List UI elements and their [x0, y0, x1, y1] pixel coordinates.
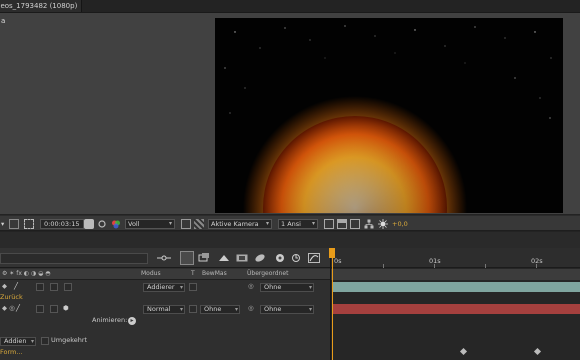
layer-row[interactable]: ◆ ◎ ╱ ⬢ Normal Ohne ◎ Ohne	[0, 304, 330, 314]
animate-add-icon[interactable]: ▸	[128, 317, 136, 325]
reverse-label: Umgekehrt	[51, 336, 88, 344]
preserve-transparency-box[interactable]	[189, 305, 197, 313]
animate-label: Animieren:	[92, 316, 128, 324]
view-layout-dropdown[interactable]: 1 Ansi	[278, 219, 318, 229]
pen-icon[interactable]: ╱	[16, 304, 20, 312]
fast-preview-icon[interactable]	[337, 219, 347, 229]
layer-switch-icon[interactable]: ◆	[2, 282, 7, 290]
preserve-transparency-box[interactable]	[189, 283, 197, 291]
layer-switch-icon[interactable]: ◆ ◎	[2, 304, 15, 312]
live-update-icon[interactable]	[180, 251, 194, 265]
3d-layer-icon[interactable]: ⬢	[63, 304, 69, 312]
flowchart-icon[interactable]	[364, 219, 374, 229]
column-parent[interactable]: Übergeordnet	[247, 270, 288, 277]
viewer-label: a	[1, 17, 6, 25]
layer-switch-box[interactable]	[50, 283, 58, 291]
layer-mode-dropdown[interactable]: Normal	[143, 305, 185, 314]
graph-editor-icon[interactable]	[308, 253, 320, 263]
region-toggle-icon[interactable]	[181, 219, 191, 229]
motion-blur-icon[interactable]	[254, 253, 266, 263]
timeline-toggle-icon[interactable]	[350, 219, 360, 229]
frame-blending-icon[interactable]	[236, 253, 248, 263]
layer-mode-dropdown[interactable]: Addierer	[143, 283, 185, 292]
show-snapshot-icon[interactable]	[97, 219, 107, 229]
exposure-value[interactable]: +0,0	[392, 219, 408, 229]
snapshot-icon[interactable]	[84, 219, 94, 229]
parent-dropdown[interactable]: Ohne	[260, 283, 314, 292]
parent-dropdown[interactable]: Ohne	[260, 305, 314, 314]
work-area-bar[interactable]	[331, 269, 580, 280]
layer-duration-bar[interactable]	[332, 282, 580, 292]
panel-gap	[0, 232, 580, 248]
pen-icon[interactable]: ╱	[14, 282, 18, 290]
viewer-toolbar: ▾ 0:00:03:15 Voll Aktive Kamera 1 Ansi +…	[0, 215, 580, 231]
draft-3d-icon[interactable]	[198, 253, 210, 263]
path-mode-dropdown[interactable]: Addien	[0, 337, 36, 346]
column-mode[interactable]: Modus	[141, 270, 161, 277]
column-trkmat[interactable]: BewMas	[202, 270, 227, 277]
timecode-field[interactable]: 0:00:03:15	[40, 219, 84, 229]
layer-column-header: ⚙ ✶ fx ◐ ◑ ◒ ◓ Modus T BewMas Übergeordn…	[0, 269, 330, 280]
layer-switch-box[interactable]	[36, 283, 44, 291]
zoom-dropdown-arrow-icon[interactable]: ▾	[1, 219, 4, 229]
column-switch-icons: ⚙ ✶ fx ◐ ◑ ◒ ◓	[2, 270, 51, 277]
composition-tab[interactable]: deos_1793482 (1080p)	[0, 0, 82, 12]
color-channel-icon[interactable]	[111, 219, 121, 229]
brainstorm-icon[interactable]	[274, 253, 286, 263]
composition-viewer[interactable]	[215, 18, 563, 213]
composition-mini-flowchart-icon[interactable]	[156, 252, 172, 264]
layer-switch-box[interactable]	[36, 305, 44, 313]
trkmat-dropdown[interactable]: Ohne	[200, 305, 240, 314]
resolution-dropdown[interactable]: Voll	[125, 219, 175, 229]
ruler-label: 0s	[334, 257, 342, 265]
current-time-indicator[interactable]	[332, 248, 333, 360]
time-ruler[interactable]: 0s 01s 02s	[331, 248, 580, 268]
region-of-interest-icon[interactable]	[24, 219, 34, 229]
sub-property-label[interactable]: Form...	[0, 348, 23, 356]
panel-divider[interactable]	[330, 248, 331, 360]
layer-switch-box[interactable]	[50, 305, 58, 313]
hide-shy-layers-icon[interactable]	[218, 253, 230, 263]
pickwhip-icon[interactable]: ◎	[248, 282, 254, 290]
camera-dropdown[interactable]: Aktive Kamera	[208, 219, 272, 229]
layer-switch-box[interactable]	[64, 283, 72, 291]
pickwhip-icon[interactable]: ◎	[248, 304, 254, 312]
sun-image	[215, 18, 563, 213]
transparency-grid-icon[interactable]	[194, 219, 204, 229]
toggle-pixel-aspect-icon[interactable]	[324, 219, 334, 229]
layer-row[interactable]: ◆ ╱ Addierer ◎ Ohne	[0, 282, 330, 292]
exposure-icon[interactable]	[378, 219, 388, 229]
layer-search-input[interactable]	[0, 253, 148, 264]
grid-toggle-icon[interactable]	[9, 219, 19, 229]
auto-keyframe-icon[interactable]	[290, 253, 302, 263]
layer-duration-bar[interactable]	[332, 304, 580, 314]
column-t[interactable]: T	[191, 270, 195, 277]
layer-property-label[interactable]: Zurück	[0, 293, 23, 301]
current-time-handle[interactable]	[329, 248, 335, 258]
reverse-checkbox[interactable]	[41, 337, 49, 345]
